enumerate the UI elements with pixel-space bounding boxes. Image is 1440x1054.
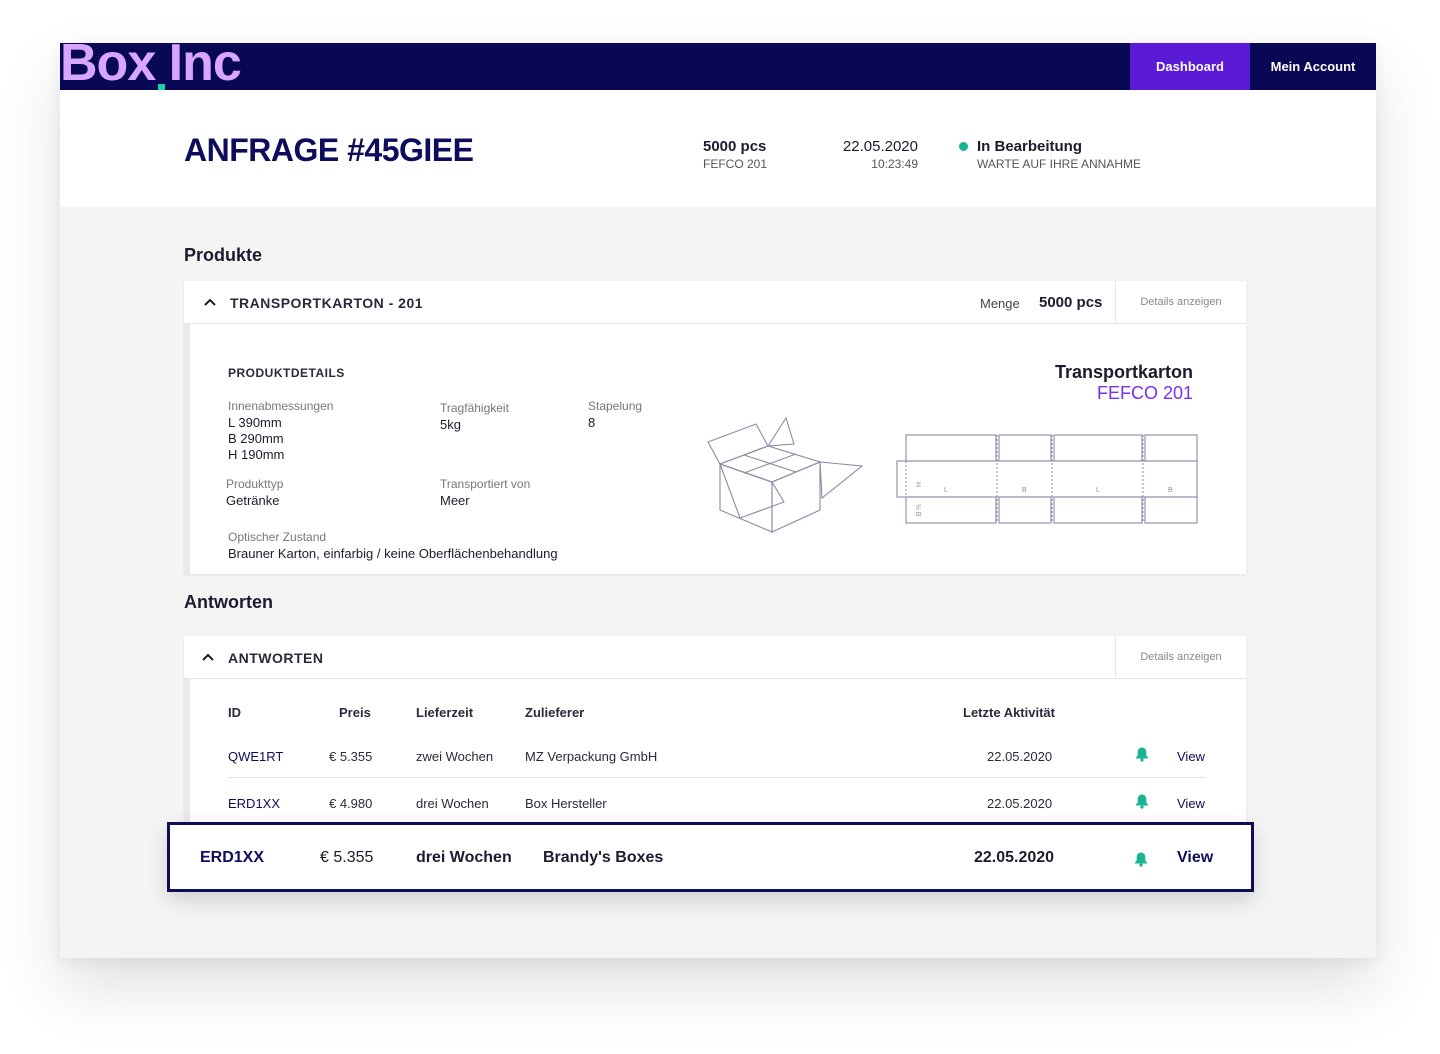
- box-dieline-diagram: H ½ B L B L B: [896, 434, 1198, 524]
- product-type-value: Getränke: [226, 493, 280, 508]
- column-header-id[interactable]: ID: [228, 705, 241, 720]
- answers-card-header[interactable]: ANTWORTEN Details anzeigen: [184, 636, 1246, 679]
- transported-by-label: Transportiert von: [440, 477, 531, 491]
- answers-card-title: ANTWORTEN: [228, 650, 324, 666]
- column-header-supplier[interactable]: Zulieferer: [525, 705, 584, 720]
- card-left-rail: [184, 324, 190, 574]
- product-type-label: Produkttyp: [226, 477, 284, 491]
- optical-condition-label: Optischer Zustand: [228, 530, 327, 544]
- answers-details-link[interactable]: Details anzeigen: [1115, 636, 1246, 678]
- request-date: 22.05.2020: [842, 138, 918, 155]
- bell-icon[interactable]: [1134, 793, 1150, 809]
- open-box-illustration: [707, 416, 864, 533]
- dieline-label-l2: L: [1096, 487, 1100, 494]
- row-divider: [228, 777, 1206, 778]
- quantity-label: Menge: [980, 296, 1020, 311]
- row-id[interactable]: QWE1RT: [228, 749, 283, 764]
- dimension-length: L 390mm: [228, 415, 282, 430]
- dieline-label-h: H: [914, 482, 921, 487]
- highlighted-table-row[interactable]: ERD1XX € 5.355 drei Wochen Brandy's Boxe…: [167, 822, 1254, 892]
- dieline-label-b1: B: [1022, 487, 1027, 494]
- product-details-title: PRODUKTDETAILS: [228, 366, 345, 380]
- highlighted-row-activity: 22.05.2020: [974, 849, 1055, 866]
- highlighted-row-view-link[interactable]: View: [1177, 849, 1213, 867]
- row-id[interactable]: ERD1XX: [228, 796, 280, 811]
- row-supplier: Box Hersteller: [525, 796, 607, 811]
- nav-account-button[interactable]: Mein Account: [1250, 43, 1376, 90]
- highlighted-row-supplier: Brandy's Boxes: [543, 849, 664, 866]
- box-name: Transportkarton: [1054, 362, 1193, 382]
- answers-section-title: Antworten: [184, 592, 273, 612]
- card-left-rail: [184, 679, 190, 826]
- column-header-delivery[interactable]: Lieferzeit: [416, 705, 473, 720]
- column-header-price[interactable]: Preis: [339, 705, 371, 720]
- dimension-width: B 290mm: [228, 431, 284, 446]
- row-delivery: zwei Wochen: [416, 749, 494, 764]
- load-capacity-value: 5kg: [440, 417, 461, 432]
- product-card-title: TRANSPORTKARTON - 201: [230, 295, 424, 311]
- highlighted-row-delivery: drei Wochen: [416, 849, 512, 866]
- status-badge: In Bearbeitung: [977, 138, 1083, 155]
- products-section-title: Produkte: [184, 245, 263, 265]
- stacking-label: Stapelung: [588, 399, 643, 413]
- product-details-link[interactable]: Details anzeigen: [1115, 281, 1246, 323]
- row-view-link[interactable]: View: [1177, 749, 1205, 764]
- transported-by-value: Meer: [440, 493, 470, 508]
- request-header: ANFRAGE #45GIEE 5000 pcs FEFCO 201 22.05…: [60, 90, 1376, 207]
- stacking-value: 8: [588, 415, 596, 430]
- status-dot-icon: [959, 142, 968, 151]
- dieline-label-l1: L: [944, 487, 948, 494]
- row-delivery: drei Wochen: [416, 796, 489, 811]
- app-window: Box Inc Dashboard Mein Account ANFRAGE #…: [60, 37, 1376, 958]
- box-code: FEFCO 201: [1096, 383, 1193, 403]
- request-quantity: 5000 pcs: [703, 138, 767, 155]
- row-view-link[interactable]: View: [1177, 796, 1205, 811]
- product-card: TRANSPORTKARTON - 201 Menge 5000 pcs Det…: [184, 281, 1246, 574]
- product-card-header[interactable]: TRANSPORTKARTON - 201 Menge 5000 pcs Det…: [184, 281, 1246, 324]
- inner-dimensions-label: Innenabmessungen: [228, 399, 334, 413]
- row-supplier: MZ Verpackung GmbH: [525, 749, 658, 764]
- bell-icon[interactable]: [1133, 851, 1149, 867]
- chevron-up-icon[interactable]: [202, 651, 214, 663]
- dimension-height: H 190mm: [228, 447, 285, 462]
- top-navigation-bar: Box Inc Dashboard Mein Account: [60, 37, 1376, 91]
- row-price: € 4.980: [329, 796, 373, 811]
- chevron-up-icon[interactable]: [204, 296, 216, 308]
- row-price: € 5.355: [329, 749, 373, 764]
- status-subtext: WARTE AUF IHRE ANNAHME: [977, 157, 1142, 171]
- load-capacity-label: Tragfähigkeit: [440, 401, 509, 415]
- request-date-block: 22.05.2020 10:23:49: [820, 138, 918, 171]
- logo[interactable]: Box Inc: [60, 37, 242, 89]
- request-time: 10:23:49: [871, 157, 918, 171]
- answers-card: ANTWORTEN Details anzeigen ID Preis Lief…: [184, 636, 1246, 826]
- dieline-label-half-b: ½ B: [914, 504, 922, 517]
- nav-dashboard-button[interactable]: Dashboard: [1130, 43, 1250, 90]
- bell-icon[interactable]: [1134, 746, 1150, 762]
- row-activity: 22.05.2020: [987, 796, 1053, 811]
- highlighted-row-price: € 5.355: [320, 849, 374, 866]
- request-product-code: FEFCO 201: [703, 157, 768, 171]
- optical-condition-value: Brauner Karton, einfarbig / keine Oberfl…: [228, 546, 558, 561]
- quantity-value: 5000 pcs: [1039, 294, 1103, 311]
- dieline-label-b2: B: [1168, 487, 1173, 494]
- request-status-block: In Bearbeitung WARTE AUF IHRE ANNAHME: [959, 138, 1142, 171]
- highlighted-row-id[interactable]: ERD1XX: [200, 849, 264, 867]
- page-title: ANFRAGE #45GIEE: [184, 132, 474, 168]
- request-quantity-block: 5000 pcs FEFCO 201: [703, 138, 767, 171]
- column-header-activity[interactable]: Letzte Aktivität: [963, 705, 1055, 720]
- row-activity: 22.05.2020: [987, 749, 1053, 764]
